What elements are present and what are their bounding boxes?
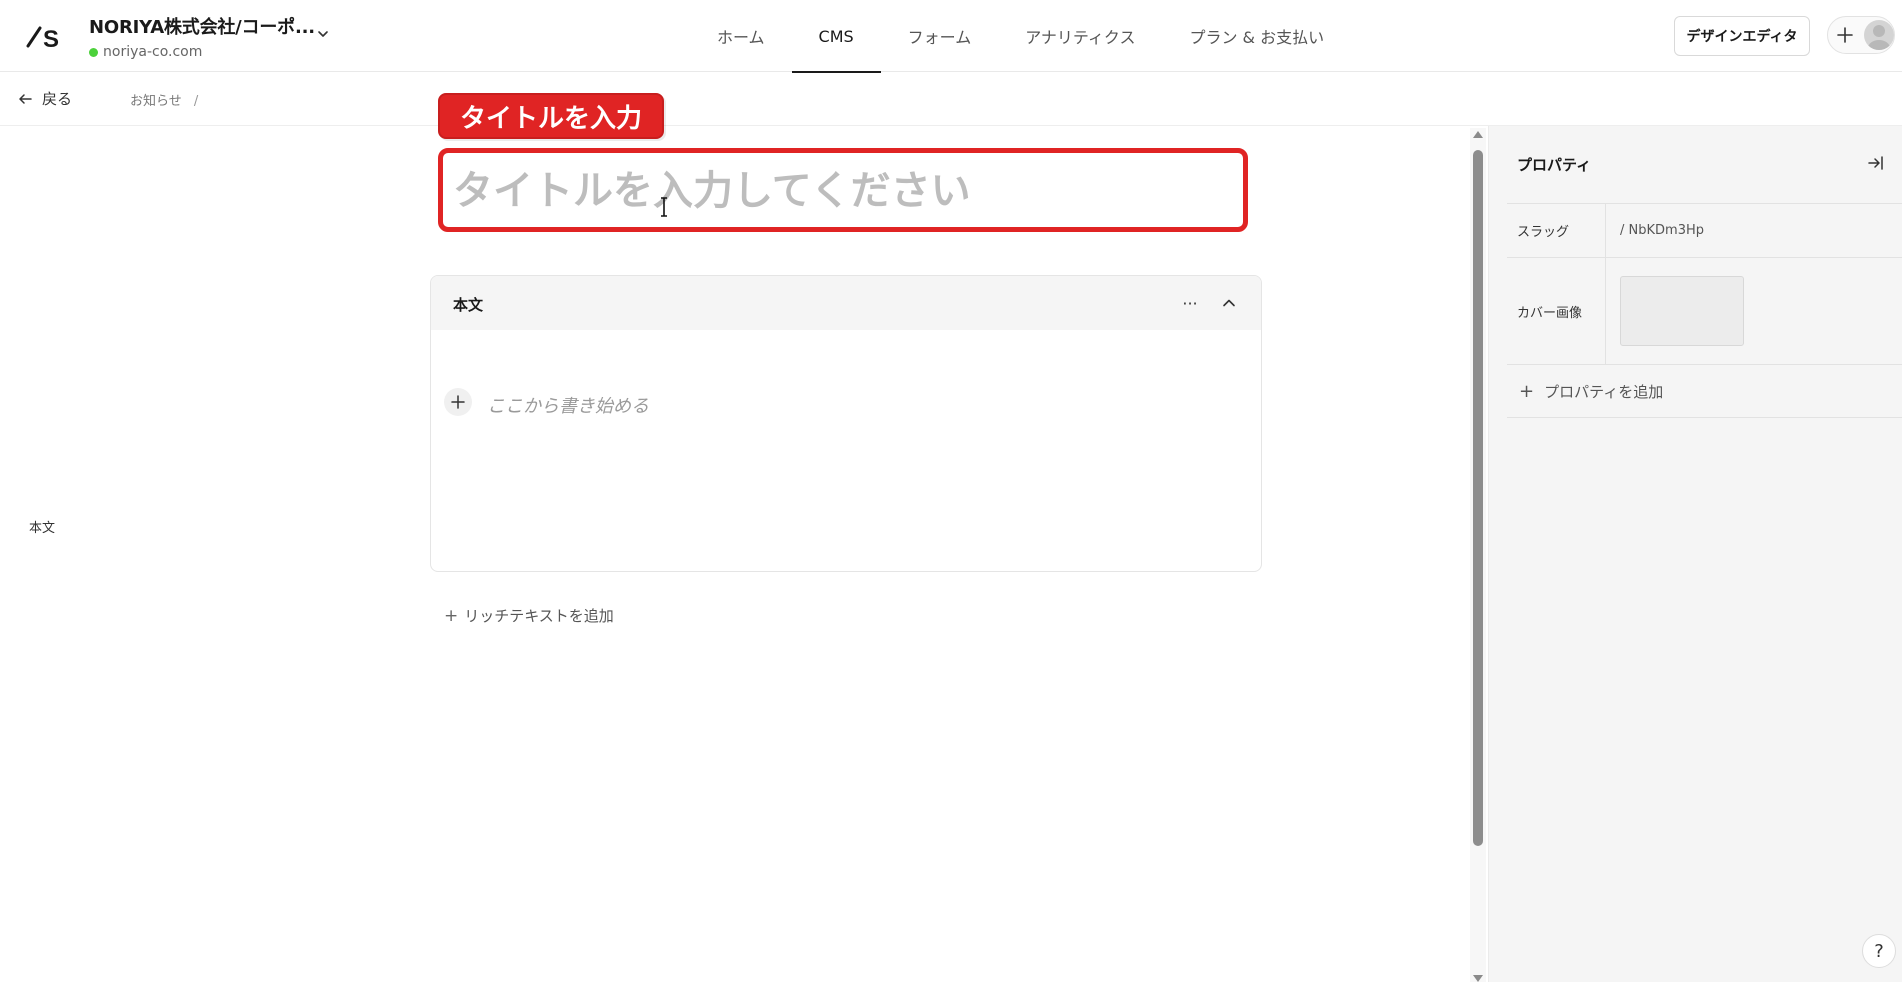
breadcrumb-item[interactable]: お知らせ xyxy=(130,94,182,109)
help-button[interactable]: ? xyxy=(1862,934,1896,968)
add-block-button[interactable] xyxy=(444,388,472,416)
title-field-highlight xyxy=(438,148,1248,232)
plus-icon[interactable] xyxy=(1836,26,1854,44)
arrow-left-icon xyxy=(19,93,32,104)
body-section: 本文 ··· ここから書き始める xyxy=(430,275,1262,572)
user-icon xyxy=(1868,25,1890,50)
add-property-button[interactable]: + プロパティを追加 xyxy=(1507,365,1663,417)
breadcrumb-bar: 戻る お知らせ / xyxy=(0,72,1902,126)
scrollbar[interactable] xyxy=(1470,128,1486,982)
body-editor[interactable]: ここから書き始める xyxy=(487,392,649,418)
back-button[interactable]: 戻る xyxy=(18,88,72,109)
avatar[interactable] xyxy=(1864,20,1894,50)
svg-text:S: S xyxy=(43,26,59,52)
annotation-label: タイトルを入力 xyxy=(438,93,664,139)
site-switcher[interactable]: NORIYA株式会社/コーポ... noriya-co.com xyxy=(89,13,315,60)
studio-logo-icon[interactable]: S xyxy=(24,20,64,52)
cover-image-cell xyxy=(1606,258,1902,364)
collapse-panel-icon[interactable] xyxy=(1867,154,1885,172)
body-section-header: 本文 ··· xyxy=(431,276,1261,330)
account-group xyxy=(1827,16,1895,54)
properties-panel: プロパティ スラッグ / NbKDm3Hp カバー画像 + プロパティを追加 xyxy=(1488,126,1902,982)
status-dot-icon xyxy=(89,47,98,57)
add-rich-text-button[interactable]: + リッチテキストを追加 xyxy=(444,605,614,626)
collapse-button[interactable] xyxy=(1218,292,1240,314)
tab-home[interactable]: ホーム xyxy=(690,0,792,72)
property-row-cover: カバー画像 xyxy=(1507,257,1902,364)
scrollbar-thumb[interactable] xyxy=(1473,150,1483,846)
breadcrumb-separator: / xyxy=(193,94,199,109)
body-section-title: 本文 xyxy=(453,296,484,314)
text-cursor-icon xyxy=(661,197,667,217)
site-name: NORIYA株式会社/コーポ... xyxy=(89,17,315,38)
site-domain-text: noriya-co.com xyxy=(103,44,203,60)
cover-image-label: カバー画像 xyxy=(1507,258,1606,364)
tab-cms[interactable]: CMS xyxy=(791,0,881,73)
properties-title: プロパティ xyxy=(1517,156,1592,174)
plus-icon: + xyxy=(444,605,459,626)
chevron-up-icon xyxy=(1223,299,1235,307)
top-header: S NORIYA株式会社/コーポ... noriya-co.com ホーム CM… xyxy=(0,0,1902,73)
chevron-down-icon[interactable] xyxy=(315,26,331,42)
add-rich-text-label: リッチテキストを追加 xyxy=(464,607,614,625)
title-input[interactable] xyxy=(453,163,1223,219)
breadcrumb: お知らせ / xyxy=(130,90,198,109)
scroll-up-arrow-icon[interactable] xyxy=(1473,131,1483,138)
add-property-row[interactable]: + プロパティを追加 xyxy=(1507,364,1902,418)
scroll-down-arrow-icon[interactable] xyxy=(1473,975,1483,982)
add-property-label: プロパティを追加 xyxy=(1544,382,1664,401)
cover-image-picker[interactable] xyxy=(1620,276,1744,346)
tab-forms[interactable]: フォーム xyxy=(881,0,999,72)
slug-label: スラッグ xyxy=(1507,204,1606,257)
property-row-slug: スラッグ / NbKDm3Hp xyxy=(1507,203,1902,257)
outline-item-body[interactable]: 本文 xyxy=(29,517,55,536)
more-options-button[interactable]: ··· xyxy=(1179,292,1201,314)
plus-icon: + xyxy=(1519,380,1535,402)
back-label: 戻る xyxy=(42,90,73,108)
tab-plans-billing[interactable]: プラン & お支払い xyxy=(1162,0,1351,72)
properties-table: スラッグ / NbKDm3Hp カバー画像 + プロパティを追加 xyxy=(1507,203,1902,418)
plus-icon xyxy=(451,395,465,409)
tab-analytics[interactable]: アナリティクス xyxy=(998,0,1162,72)
slug-value[interactable]: / NbKDm3Hp xyxy=(1606,204,1902,257)
site-domain: noriya-co.com xyxy=(89,44,315,60)
main-nav: ホーム CMS フォーム アナリティクス プラン & お支払い xyxy=(690,0,1351,73)
design-editor-button[interactable]: デザインエディタ xyxy=(1674,16,1810,56)
